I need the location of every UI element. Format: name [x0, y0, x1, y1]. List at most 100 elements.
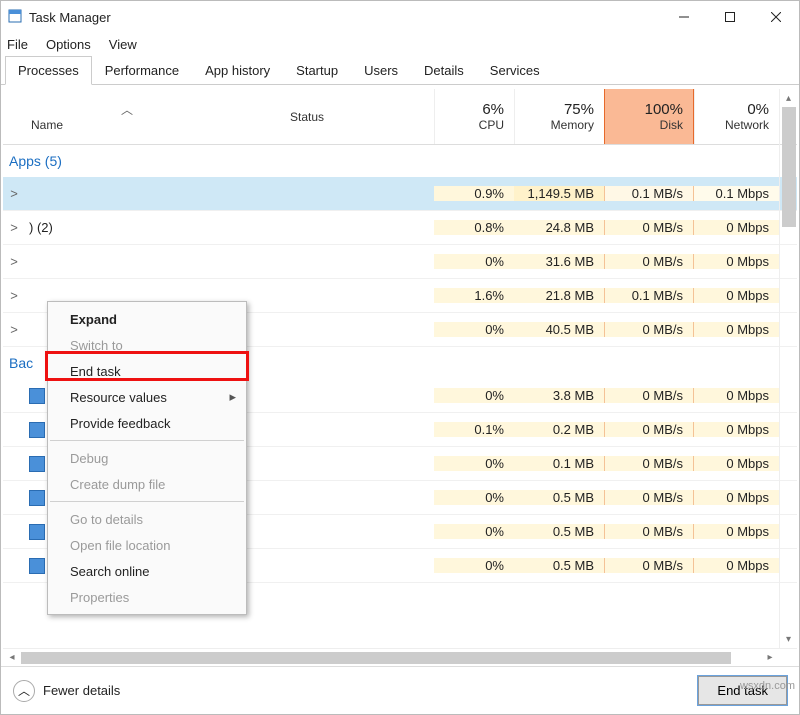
- net-cell: 0 Mbps: [694, 220, 779, 235]
- cpu-cell: 0%: [434, 490, 514, 505]
- tab-users[interactable]: Users: [351, 56, 411, 85]
- col-memory[interactable]: 75% Memory: [514, 89, 604, 144]
- disk-cell: 0 MB/s: [604, 220, 694, 235]
- minimize-button[interactable]: [661, 1, 707, 33]
- process-icon: [29, 422, 45, 438]
- vertical-scrollbar[interactable]: ▴ ▾: [779, 89, 797, 648]
- table-row[interactable]: >0%31.6 MB0 MB/s0 Mbps: [3, 245, 797, 279]
- col-network[interactable]: 0% Network: [694, 89, 779, 144]
- menu-view[interactable]: View: [109, 37, 137, 52]
- close-button[interactable]: [753, 1, 799, 33]
- net-cell: 0 Mbps: [694, 422, 779, 437]
- table-row[interactable]: >0.9%1,149.5 MB0.1 MB/s0.1 Mbps: [3, 177, 797, 211]
- expand-chevron-icon[interactable]: >: [3, 322, 25, 337]
- menu-file[interactable]: File: [7, 37, 28, 52]
- task-manager-window: Task Manager File Options View Processes…: [0, 0, 800, 715]
- mem-cell: 0.2 MB: [514, 422, 604, 437]
- cpu-cell: 0%: [434, 558, 514, 573]
- scroll-thumb[interactable]: [782, 107, 796, 227]
- net-cell: 0 Mbps: [694, 322, 779, 337]
- tab-processes[interactable]: Processes: [5, 56, 92, 85]
- ctx-endtask[interactable]: End task: [48, 358, 246, 384]
- net-cell: 0 Mbps: [694, 524, 779, 539]
- mem-cell: 0.5 MB: [514, 490, 604, 505]
- disk-cell: 0.1 MB/s: [604, 186, 694, 201]
- tab-startup[interactable]: Startup: [283, 56, 351, 85]
- process-icon: [29, 490, 45, 506]
- expand-chevron-icon[interactable]: >: [3, 254, 25, 269]
- cpu-cell: 0%: [434, 456, 514, 471]
- expand-chevron-icon[interactable]: >: [3, 220, 25, 235]
- cpu-cell: 0%: [434, 322, 514, 337]
- footer: ︿ Fewer details End task: [1, 666, 799, 714]
- ctx-details: Go to details: [48, 506, 246, 532]
- tab-apphistory[interactable]: App history: [192, 56, 283, 85]
- scroll-up-icon[interactable]: ▴: [780, 89, 798, 107]
- scroll-down-icon[interactable]: ▾: [780, 630, 798, 648]
- ctx-search[interactable]: Search online: [48, 558, 246, 584]
- cpu-cell: 1.6%: [434, 288, 514, 303]
- menubar: File Options View: [1, 33, 799, 56]
- disk-cell: 0 MB/s: [604, 422, 694, 437]
- process-name: ) (2): [29, 220, 53, 235]
- mem-cell: 0.1 MB: [514, 456, 604, 471]
- disk-cell: 0 MB/s: [604, 524, 694, 539]
- cpu-cell: 0.9%: [434, 186, 514, 201]
- mem-cell: 1,149.5 MB: [514, 186, 604, 201]
- expand-chevron-icon[interactable]: >: [3, 288, 25, 303]
- col-status[interactable]: Status: [284, 89, 434, 144]
- process-icon: [29, 558, 45, 574]
- group-apps[interactable]: Apps (5): [3, 145, 797, 177]
- disk-cell: 0 MB/s: [604, 490, 694, 505]
- horizontal-scrollbar[interactable]: ◂ ▸: [3, 648, 797, 666]
- mem-cell: 21.8 MB: [514, 288, 604, 303]
- net-cell: 0 Mbps: [694, 254, 779, 269]
- maximize-button[interactable]: [707, 1, 753, 33]
- ctx-expand[interactable]: Expand: [48, 306, 246, 332]
- fewer-details-button[interactable]: ︿ Fewer details: [13, 680, 120, 702]
- tab-performance[interactable]: Performance: [92, 56, 192, 85]
- menu-options[interactable]: Options: [46, 37, 91, 52]
- tab-services[interactable]: Services: [477, 56, 553, 85]
- ctx-props: Properties: [48, 584, 246, 610]
- window-title: Task Manager: [29, 10, 111, 25]
- scroll-right-icon[interactable]: ▸: [761, 649, 779, 667]
- process-icon: [29, 524, 45, 540]
- cpu-cell: 0.1%: [434, 422, 514, 437]
- disk-cell: 0 MB/s: [604, 558, 694, 573]
- net-cell: 0 Mbps: [694, 456, 779, 471]
- net-cell: 0.1 Mbps: [694, 186, 779, 201]
- col-disk[interactable]: 100% Disk: [604, 89, 694, 144]
- submenu-arrow-icon: ▸: [229, 389, 236, 405]
- net-cell: 0 Mbps: [694, 288, 779, 303]
- hscroll-thumb[interactable]: [21, 652, 731, 664]
- disk-cell: 0 MB/s: [604, 254, 694, 269]
- end-task-button[interactable]: End task: [698, 676, 787, 705]
- mem-cell: 0.5 MB: [514, 558, 604, 573]
- disk-cell: 0 MB/s: [604, 322, 694, 337]
- cpu-cell: 0.8%: [434, 220, 514, 235]
- tabstrip: Processes Performance App history Startu…: [1, 56, 799, 85]
- tab-details[interactable]: Details: [411, 56, 477, 85]
- table-row[interactable]: > ) (2) 0.8%24.8 MB0 MB/s0 Mbps: [3, 211, 797, 245]
- context-menu: Expand Switch to End task Resource value…: [47, 301, 247, 615]
- ctx-resource[interactable]: Resource values▸: [48, 384, 246, 410]
- col-name[interactable]: ︿ Name: [25, 89, 284, 144]
- process-icon: [29, 456, 45, 472]
- cpu-cell: 0%: [434, 388, 514, 403]
- mem-cell: 24.8 MB: [514, 220, 604, 235]
- mem-cell: 0.5 MB: [514, 524, 604, 539]
- net-cell: 0 Mbps: [694, 388, 779, 403]
- scroll-left-icon[interactable]: ◂: [3, 649, 21, 667]
- net-cell: 0 Mbps: [694, 558, 779, 573]
- titlebar: Task Manager: [1, 1, 799, 33]
- process-icon: [29, 388, 45, 404]
- cpu-cell: 0%: [434, 254, 514, 269]
- ctx-feedback[interactable]: Provide feedback: [48, 410, 246, 436]
- col-cpu[interactable]: 6% CPU: [434, 89, 514, 144]
- mem-cell: 3.8 MB: [514, 388, 604, 403]
- ctx-dump: Create dump file: [48, 471, 246, 497]
- sort-chevron-icon: ︿: [121, 101, 133, 118]
- app-icon: [7, 8, 23, 27]
- expand-chevron-icon[interactable]: >: [3, 186, 25, 201]
